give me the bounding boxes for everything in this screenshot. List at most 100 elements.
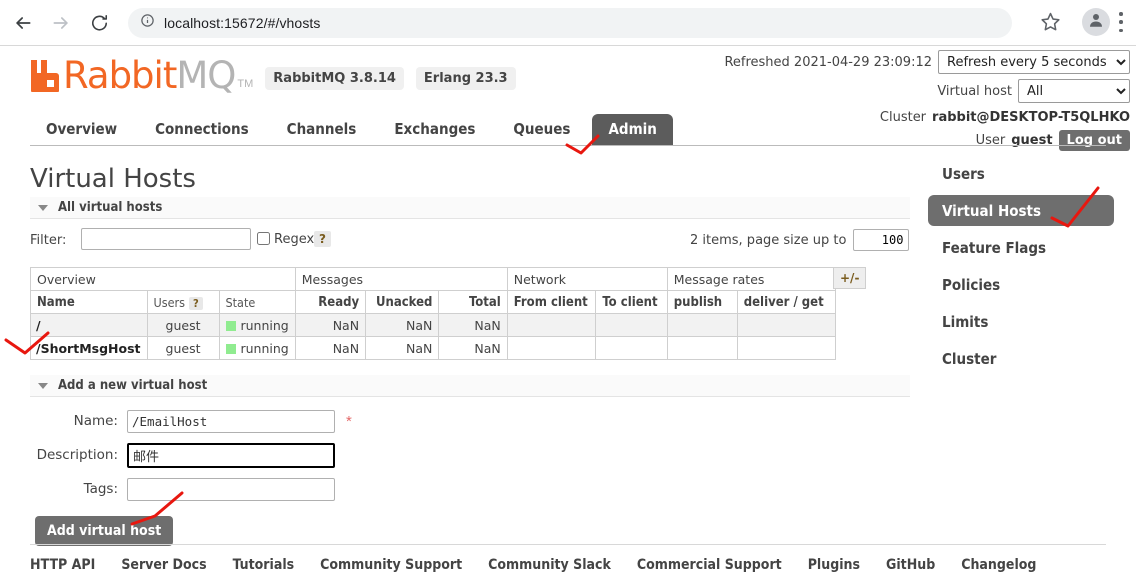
cell-deliver-get (736, 336, 836, 360)
column-total[interactable]: Total (438, 290, 508, 314)
column-publish[interactable]: publish (666, 290, 738, 314)
cell-to-client (595, 336, 668, 360)
tab-overview[interactable]: Overview (30, 114, 133, 145)
page-size-input[interactable] (853, 229, 910, 251)
name-field[interactable] (127, 409, 335, 433)
tab-exchanges[interactable]: Exchanges (378, 114, 491, 145)
cell-unacked: NaN (365, 313, 440, 337)
profile-button[interactable] (1082, 8, 1110, 36)
filter-input[interactable] (81, 228, 251, 250)
tab-admin[interactable]: Admin (592, 114, 673, 145)
required-marker: * (346, 412, 352, 430)
forward-arrow-icon (51, 13, 71, 33)
virtual-hosts-table: Overview Messages Network Message rates … (30, 267, 836, 360)
tags-field[interactable] (127, 477, 335, 501)
sidebar-item-policies[interactable]: Policies (928, 269, 1114, 300)
column-users-label: Users (153, 294, 186, 310)
cell-name[interactable]: / (30, 313, 148, 337)
sidebar-item-cluster[interactable]: Cluster (928, 343, 1114, 374)
reload-icon (90, 13, 109, 32)
section-label-add-virtual-host: Add a new virtual host (58, 378, 208, 393)
regex-checkbox[interactable] (257, 232, 270, 245)
users-help-icon[interactable]: ? (189, 296, 203, 310)
profile-avatar-icon (1087, 11, 1105, 34)
section-header-add-virtual-host[interactable]: Add a new virtual host (30, 375, 910, 397)
column-from-client[interactable]: From client (506, 290, 597, 314)
vhost-select-label: Virtual host (937, 83, 1012, 99)
chevron-down-icon (38, 204, 48, 211)
browser-menu-button[interactable] (1119, 12, 1123, 32)
cell-publish (666, 313, 738, 337)
back-button[interactable] (8, 8, 38, 38)
brand-name-mq: MQ (176, 54, 236, 97)
filter-label: Filter: (30, 233, 67, 248)
column-deliver-get[interactable]: deliver / get (736, 290, 836, 314)
footer-link-community-slack[interactable]: Community Slack (488, 557, 611, 573)
address-bar-url: localhost:15672/#/vhosts (164, 15, 321, 31)
footer-link-tutorials[interactable]: Tutorials (233, 557, 295, 573)
column-unacked[interactable]: Unacked (365, 290, 440, 314)
footer-link-server-docs[interactable]: Server Docs (121, 557, 206, 573)
add-virtual-host-form: Name: * Description: Tags: Add virtual h… (30, 406, 352, 546)
refresh-interval-select[interactable]: Refresh every 5 seconds (938, 50, 1130, 74)
sidebar-item-feature-flags[interactable]: Feature Flags (928, 232, 1114, 263)
add-virtual-host-button[interactable]: Add virtual host (35, 516, 174, 546)
state-indicator-icon (225, 343, 236, 354)
info-circle-icon[interactable] (140, 13, 155, 33)
column-to-client[interactable]: To client (595, 290, 668, 314)
brand-wordmark: RabbitMQ (63, 57, 236, 94)
column-name[interactable]: Name (30, 290, 148, 314)
cell-ready: NaN (294, 313, 367, 337)
footer-link-changelog[interactable]: Changelog (961, 557, 1036, 573)
three-dot-menu-icon (1119, 28, 1123, 32)
tags-field-label: Tags: (83, 481, 118, 497)
table-row[interactable]: / guest running NaN NaN NaN (30, 313, 836, 337)
cell-users: guest (146, 336, 220, 360)
column-ready[interactable]: Ready (294, 290, 367, 314)
trademark-mark: TM (237, 78, 254, 90)
description-field[interactable] (127, 442, 335, 468)
tab-connections[interactable]: Connections (139, 114, 265, 145)
cell-unacked: NaN (365, 336, 440, 360)
footer-link-http-api[interactable]: HTTP API (30, 557, 95, 573)
tab-queues[interactable]: Queues (497, 114, 586, 145)
cell-publish (666, 336, 738, 360)
state-indicator-icon (225, 320, 236, 331)
toggle-columns-button[interactable]: +/- (833, 267, 867, 289)
cell-deliver-get (736, 313, 836, 337)
sidebar-item-virtual-hosts[interactable]: Virtual Hosts (928, 195, 1114, 226)
cell-to-client (595, 313, 668, 337)
section-label-all-virtual-hosts: All virtual hosts (58, 200, 163, 215)
sidebar-item-limits[interactable]: Limits (928, 306, 1114, 337)
footer-link-plugins[interactable]: Plugins (808, 557, 860, 573)
brand-name-rabbit: Rabbit (63, 54, 177, 97)
main-navigation-tabs: Overview Connections Channels Exchanges … (30, 114, 1106, 146)
footer-links: HTTP API Server Docs Tutorials Community… (30, 544, 1106, 584)
table-row[interactable]: /ShortMsgHost guest running NaN NaN NaN (30, 336, 836, 360)
footer-link-community-support[interactable]: Community Support (320, 557, 462, 573)
reload-button[interactable] (84, 8, 114, 38)
cell-name[interactable]: /ShortMsgHost (30, 336, 148, 360)
regex-help-icon[interactable]: ? (314, 231, 331, 247)
sidebar-item-users[interactable]: Users (928, 158, 1114, 189)
group-network: Network (506, 267, 668, 291)
cell-users: guest (146, 313, 220, 337)
name-field-label: Name: (73, 413, 118, 429)
filter-row: Filter: Regex ? 2 items, page size up to (30, 228, 910, 256)
column-state[interactable]: State (218, 290, 296, 314)
three-dot-menu-icon (1119, 12, 1123, 16)
virtual-host-select[interactable]: All (1018, 79, 1130, 103)
column-users[interactable]: Users? (146, 290, 220, 314)
footer-link-github[interactable]: GitHub (886, 557, 935, 573)
group-message-rates: Message rates (666, 267, 836, 291)
footer-link-commercial-support[interactable]: Commercial Support (637, 557, 782, 573)
forward-button[interactable] (46, 8, 76, 38)
table-group-header-row: Overview Messages Network Message rates (30, 267, 836, 291)
address-bar[interactable]: localhost:15672/#/vhosts (128, 8, 1012, 38)
description-field-label: Description: (36, 447, 118, 463)
bookmark-button[interactable] (1040, 11, 1062, 33)
brand-logo-block[interactable]: RabbitMQ TM RabbitMQ 3.8.14 Erlang 23.3 (30, 57, 516, 94)
items-count-text: 2 items, page size up to (690, 232, 847, 248)
tab-channels[interactable]: Channels (271, 114, 373, 145)
section-header-all-virtual-hosts[interactable]: All virtual hosts (30, 197, 910, 219)
